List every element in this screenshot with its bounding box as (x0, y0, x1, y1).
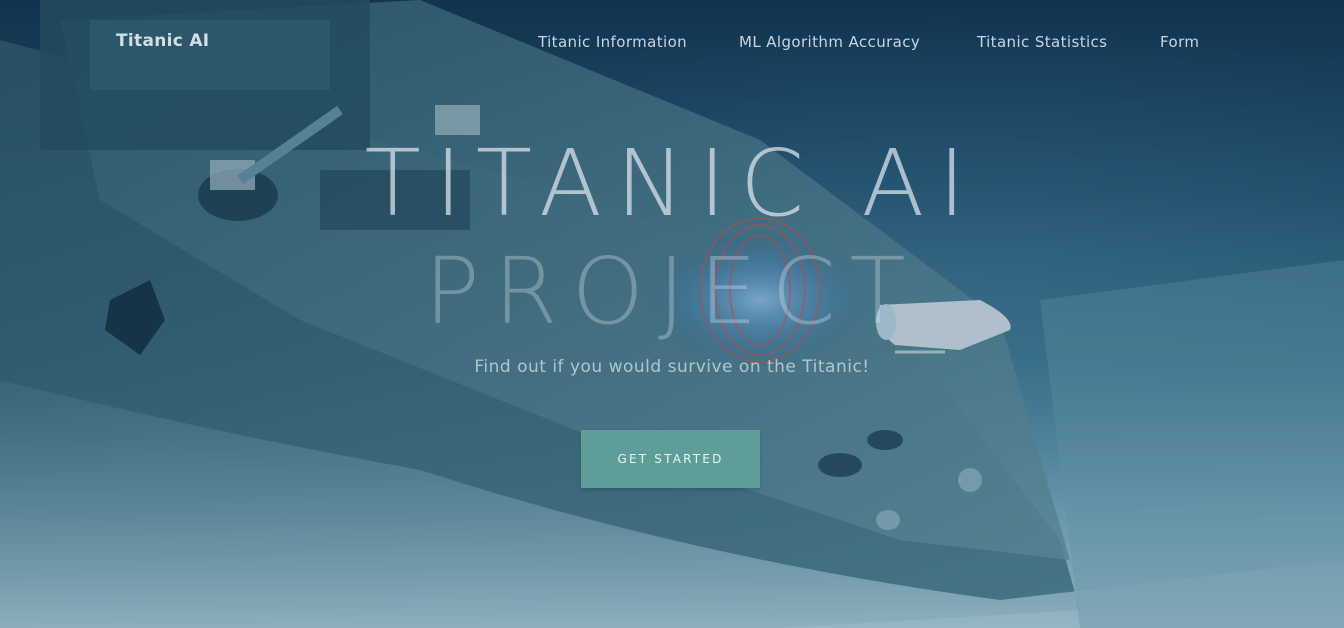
nav-links: Titanic Information ML Algorithm Accurac… (0, 33, 1344, 53)
hero-title-line-1: TITANIC AI (364, 130, 980, 237)
hero-title-line-2: PROJECT (424, 238, 920, 345)
nav-link-ml-algorithm-accuracy[interactable]: ML Algorithm Accuracy (739, 33, 920, 51)
hero-subtitle: Find out if you would survive on the Tit… (474, 357, 870, 377)
hero-section: Titanic AI Titanic Information ML Algori… (0, 0, 1344, 628)
top-navbar: Titanic AI Titanic Information ML Algori… (0, 0, 1344, 86)
nav-link-titanic-statistics[interactable]: Titanic Statistics (977, 33, 1107, 51)
get-started-button[interactable]: GET STARTED (581, 430, 760, 488)
nav-link-titanic-information[interactable]: Titanic Information (538, 33, 687, 51)
nav-link-form[interactable]: Form (1160, 33, 1199, 51)
